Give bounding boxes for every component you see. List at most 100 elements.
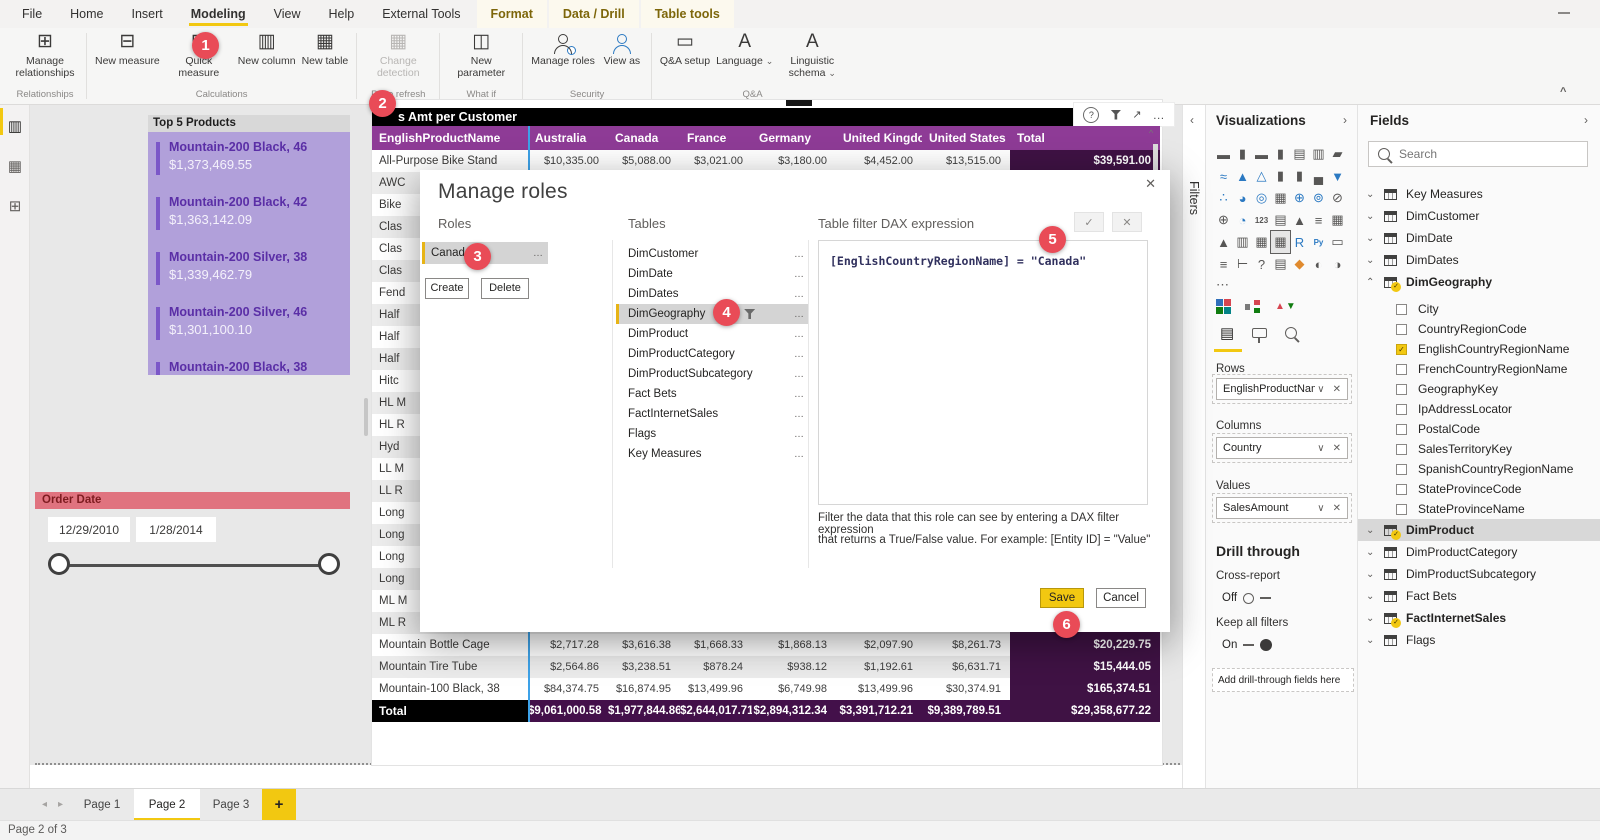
unchecked-checkbox[interactable] [1396, 323, 1407, 335]
chevron-down-icon[interactable]: ⌄ [1366, 255, 1384, 266]
focus-mode-icon[interactable]: ↗ [1132, 108, 1141, 121]
validate-dax-icon[interactable]: ✓ [1074, 212, 1104, 232]
matrix-scroll-up-icon[interactable]: ^ [1149, 128, 1153, 138]
unchecked-checkbox[interactable] [1396, 303, 1407, 315]
columns-field-pill[interactable]: Country ∨ ✕ [1212, 433, 1352, 463]
field-item-stateprovincename[interactable]: StateProvinceName [1358, 499, 1600, 519]
table-item-dimcustomer[interactable]: DimCustomer… [616, 244, 808, 264]
date-slider-handle-end[interactable] [318, 553, 340, 575]
checked-checkbox[interactable]: ✓ [1396, 343, 1407, 355]
expand-filters-icon[interactable]: ‹ [1190, 113, 1194, 127]
model-view-icon[interactable]: ⊞ [0, 191, 30, 221]
chevron-down-icon[interactable]: ⌄ [1366, 211, 1384, 222]
top5-products-visual[interactable]: Mountain-200 Black, 46 $1,373,469.55 Mount… [148, 132, 350, 375]
ribbon-tab-format[interactable]: Format [476, 0, 547, 28]
kpi-icon[interactable]: ▲ [1290, 209, 1309, 231]
slicer-dropdown-icon[interactable]: ≡ [1214, 253, 1233, 275]
table-item-fact-bets[interactable]: Fact Bets… [616, 384, 808, 404]
top5-list-item[interactable]: Mountain-200 Silver, 46 $1,301,100.10 [156, 305, 346, 345]
chevron-down-icon[interactable]: ⌄ [1366, 233, 1384, 244]
stacked-column-chart-icon[interactable]: ▮ [1233, 143, 1252, 165]
field-dropdown-icon[interactable]: ∨ [1317, 503, 1324, 514]
card-icon[interactable]: 123 [1252, 209, 1271, 231]
remove-field-icon[interactable]: ✕ [1325, 503, 1347, 514]
qna-icon[interactable]: ? [1252, 253, 1271, 275]
key-influencers-colored-icon[interactable]: ▲ ▼ [1275, 301, 1296, 312]
add-drill-through-fields-dropzone[interactable]: Add drill-through fields here [1212, 668, 1354, 692]
field-item-geographykey[interactable]: GeographyKey [1358, 379, 1600, 399]
filters-pane-collapsed[interactable]: ‹ Filters [1182, 105, 1206, 788]
field-item-englishcountryregionname[interactable]: ✓ EnglishCountryRegionName [1358, 339, 1600, 359]
field-item-ipaddresslocator[interactable]: IpAddressLocator [1358, 399, 1600, 419]
visual-drag-handle[interactable] [786, 100, 812, 106]
field-item-stateprovincecode[interactable]: StateProvinceCode [1358, 479, 1600, 499]
chevron-down-icon[interactable]: ⌄ [1366, 635, 1384, 646]
fields-table-fact-bets[interactable]: ⌄ Fact Bets [1358, 585, 1600, 607]
matrix-row[interactable]: All-Purpose Bike Stand $10,335.00 $5,088.0… [372, 150, 1160, 172]
line-and-stacked-column-chart-icon[interactable]: ▮ [1271, 165, 1290, 187]
matrix-row[interactable]: Mountain Bottle Cage $2,717.28 $3,616.38 $1… [372, 634, 1160, 656]
matrix-column-header-united-states[interactable]: United States [922, 126, 1010, 150]
unchecked-checkbox[interactable] [1396, 443, 1407, 455]
report-view-icon[interactable]: ▥ [0, 111, 30, 141]
table-item-dimdate[interactable]: DimDate… [616, 264, 808, 284]
ribbon-tab-external-tools[interactable]: External Tools [368, 0, 474, 28]
rows-field-pill[interactable]: EnglishProductName ∨ ✕ [1212, 374, 1352, 404]
revert-dax-icon[interactable]: ✕ [1112, 212, 1142, 232]
view-as-button[interactable]: View as [598, 29, 646, 67]
slicer-end-date-input[interactable]: 1/28/2014 [136, 517, 216, 542]
more-icon[interactable]: … [794, 349, 808, 360]
fields-table-factinternetsales[interactable]: ⌄ FactInternetSales [1358, 607, 1600, 629]
remove-field-icon[interactable]: ✕ [1325, 384, 1347, 395]
page-tab-page-1[interactable]: Page 1 [70, 789, 134, 821]
analytics-tab[interactable] [1285, 327, 1298, 339]
next-page-icon[interactable]: ▸ [58, 789, 63, 821]
ribbon-chart-icon[interactable]: ▰ [1328, 143, 1347, 165]
manage-roles-button[interactable]: Manage roles [528, 29, 598, 67]
ribbon-tab-file[interactable]: File [8, 0, 56, 28]
previous-page-icon[interactable]: ◂ [42, 789, 47, 821]
unchecked-checkbox[interactable] [1396, 403, 1407, 415]
chevron-down-icon[interactable]: ⌄ [1366, 189, 1384, 200]
field-dropdown-icon[interactable]: ∨ [1317, 384, 1324, 395]
shape-map-icon[interactable]: ⊘ [1328, 187, 1347, 209]
field-dropdown-icon[interactable]: ∨ [1317, 443, 1324, 454]
fields-table-dimdate[interactable]: ⌄ DimDate [1358, 227, 1600, 249]
chevron-down-icon[interactable]: ⌄ [1366, 613, 1384, 624]
new-column-button[interactable]: ▥ New column [235, 29, 299, 67]
ribbon-tab-insert[interactable]: Insert [118, 0, 177, 28]
stacked-bar-chart-icon[interactable]: ▬ [1214, 143, 1233, 165]
canvas-scrollbar[interactable] [364, 398, 368, 436]
slicer-start-date-input[interactable]: 12/29/2010 [48, 517, 130, 542]
table-item-flags[interactable]: Flags… [616, 424, 808, 444]
clustered-column-chart-icon[interactable]: ▮ [1271, 143, 1290, 165]
dax-expression-input[interactable] [818, 240, 1148, 505]
more-icon[interactable]: … [794, 249, 808, 260]
fields-table-dimproduct[interactable]: ⌄ DimProduct [1358, 519, 1600, 541]
gauge-icon[interactable]: ◔ [1233, 209, 1252, 231]
donut-chart-icon[interactable]: ◎ [1252, 187, 1271, 209]
fields-table-dimproductcategory[interactable]: ⌄ DimProductCategory [1358, 541, 1600, 563]
top5-list-item[interactable]: Mountain-200 Black, 38 [156, 360, 346, 375]
matrix-column-header-total[interactable]: Total [1010, 126, 1160, 150]
more-icon[interactable]: … [794, 329, 808, 340]
metrics-icon[interactable]: ◐ [1309, 253, 1328, 275]
matrix-column-header-australia[interactable]: Australia [528, 126, 608, 150]
python-visual-icon[interactable]: Py [1309, 231, 1328, 253]
more-icon[interactable]: … [794, 289, 808, 300]
values-field-pill[interactable]: SalesAmount ∨ ✕ [1212, 493, 1352, 523]
save-button[interactable]: Save [1040, 588, 1084, 608]
delete-role-button[interactable]: Delete [481, 278, 529, 299]
field-item-spanishcountryregionname[interactable]: SpanishCountryRegionName [1358, 459, 1600, 479]
new-parameter-button[interactable]: ◫ New parameter [445, 29, 517, 79]
q-a-setup-button[interactable]: ▭ Q&A setup [657, 29, 713, 67]
new-page-button[interactable]: + [262, 789, 296, 821]
table-item-dimproductcategory[interactable]: DimProductCategory… [616, 344, 808, 364]
ribbon-tab-table-tools[interactable]: Table tools [640, 0, 734, 28]
chevron-up-icon[interactable]: ⌃ [1366, 277, 1384, 288]
page-tab-page-3[interactable]: Page 3 [200, 789, 262, 821]
unchecked-checkbox[interactable] [1396, 503, 1407, 515]
field-item-city[interactable]: City [1358, 299, 1600, 319]
manage-relationships-button[interactable]: ⊞ Manage relationships [9, 29, 81, 79]
ribbon-tab-modeling[interactable]: Modeling [177, 0, 260, 28]
